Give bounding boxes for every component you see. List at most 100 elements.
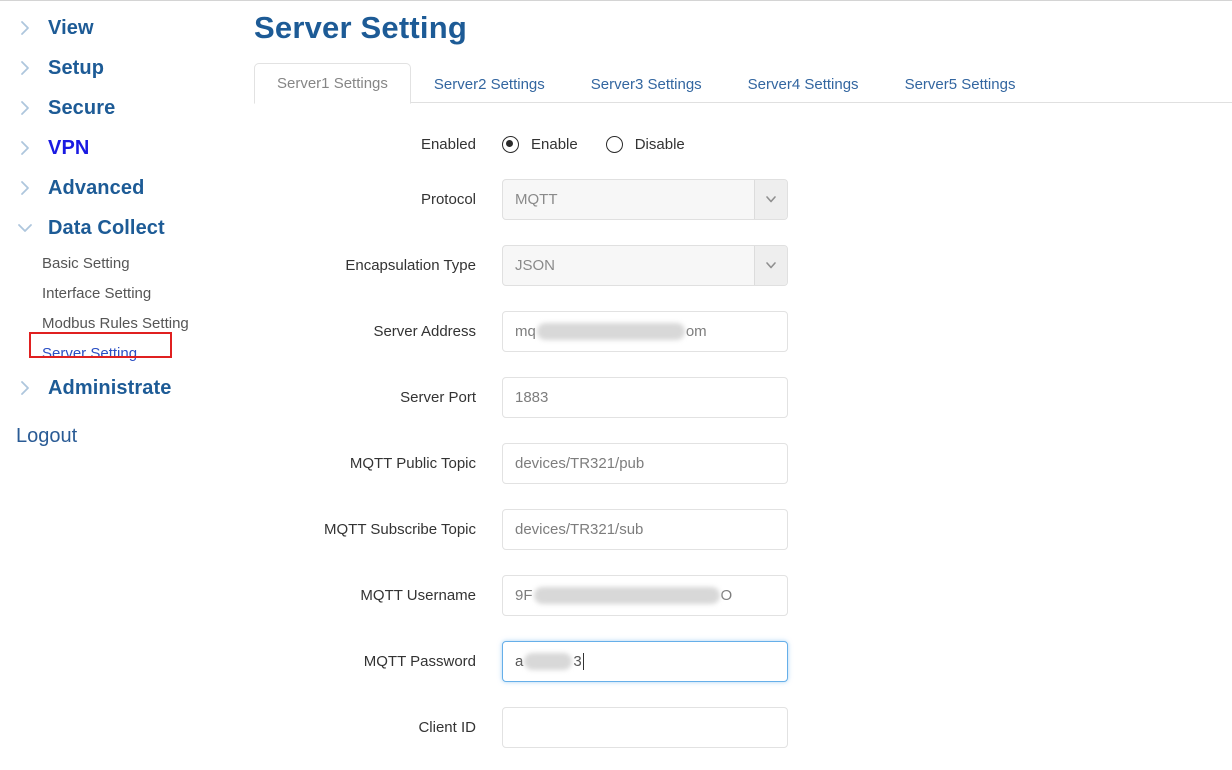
sidebar-group-data-collect[interactable]: Data Collect	[0, 208, 240, 248]
chevron-down-icon[interactable]	[754, 246, 787, 285]
mqtt-subscribe-topic-value: devices/TR321/sub	[515, 521, 643, 538]
mqtt-username-value-prefix: 9F	[515, 587, 533, 604]
page-title: Server Setting	[254, 10, 1232, 46]
radio-label-enable: Enable	[531, 136, 578, 153]
chevron-right-icon	[16, 379, 34, 397]
sidebar-item-modbus-rules-setting[interactable]: Modbus Rules Setting	[0, 308, 240, 338]
radio-dot-disable-icon	[606, 136, 623, 153]
mqtt-public-topic-control: devices/TR321/pub	[502, 443, 788, 484]
mqtt-subscribe-topic-input[interactable]: devices/TR321/sub	[502, 509, 788, 550]
sidebar-group-vpn[interactable]: VPN	[0, 128, 240, 168]
radio-disable[interactable]: Disable	[606, 136, 685, 153]
protocol-selected-value: MQTT	[503, 191, 754, 208]
encapsulation-type-select[interactable]: JSON	[502, 245, 788, 286]
tab-label: Server3 Settings	[591, 76, 702, 93]
chevron-right-icon	[16, 139, 34, 157]
text-cursor	[583, 653, 584, 670]
field-label-mqtt-public-topic: MQTT Public Topic	[240, 455, 502, 472]
server-address-value-prefix: mq	[515, 323, 536, 340]
client-id-input[interactable]	[502, 707, 788, 748]
sidebar-item-interface-setting[interactable]: Interface Setting	[0, 278, 240, 308]
mqtt-username-value-suffix: O	[721, 587, 733, 604]
tab-server3-settings[interactable]: Server3 Settings	[568, 65, 725, 103]
chevron-down-icon[interactable]	[754, 180, 787, 219]
tab-server5-settings[interactable]: Server5 Settings	[882, 65, 1039, 103]
sidebar: View Setup Secure VPN Advanced Data Coll…	[0, 0, 240, 770]
field-label-mqtt-subscribe-topic: MQTT Subscribe Topic	[240, 521, 502, 538]
encapsulation-type-selected-value: JSON	[503, 257, 754, 274]
chevron-right-icon	[16, 59, 34, 77]
logout-link[interactable]: Logout	[0, 420, 240, 452]
server-address-value-suffix: om	[686, 323, 707, 340]
sidebar-group-label: Data Collect	[48, 217, 165, 240]
protocol-control: MQTT	[502, 179, 788, 220]
encapsulation-type-control: JSON	[502, 245, 788, 286]
mqtt-password-control: a3	[502, 641, 788, 682]
server-address-control: mq om	[502, 311, 788, 352]
mqtt-password-value-prefix: a	[515, 653, 523, 670]
field-label-server-address: Server Address	[240, 323, 502, 340]
mqtt-username-control: 9F O	[502, 575, 788, 616]
field-label-enabled: Enabled	[240, 136, 502, 153]
protocol-select[interactable]: MQTT	[502, 179, 788, 220]
field-row-mqtt-username: MQTT Username 9F O	[240, 574, 1232, 616]
chevron-right-icon	[16, 19, 34, 37]
tab-label: Server5 Settings	[905, 76, 1016, 93]
sidebar-item-server-setting[interactable]: Server Setting	[0, 338, 240, 368]
sidebar-item-label: Server Setting	[42, 345, 137, 362]
radio-label-disable: Disable	[635, 136, 685, 153]
mqtt-password-input[interactable]: a3	[502, 641, 788, 682]
tab-label: Server2 Settings	[434, 76, 545, 93]
field-row-enabled: Enabled Enable Disable	[240, 129, 1232, 159]
mqtt-password-value-suffix: 3	[573, 653, 581, 670]
sidebar-group-label: Setup	[48, 57, 104, 80]
enabled-radio-group: Enable Disable	[502, 136, 685, 153]
logout-label: Logout	[16, 425, 77, 448]
server-port-input[interactable]: 1883	[502, 377, 788, 418]
server-port-value: 1883	[515, 389, 548, 406]
field-row-client-id: Client ID	[240, 706, 1232, 748]
sidebar-group-administrate[interactable]: Administrate	[0, 368, 240, 408]
radio-dot-enable-icon	[502, 136, 519, 153]
main-content: Server Setting Server1 Settings Server2 …	[240, 0, 1232, 770]
field-label-mqtt-username: MQTT Username	[240, 587, 502, 604]
mqtt-username-input[interactable]: 9F O	[502, 575, 788, 616]
field-row-server-address: Server Address mq om	[240, 310, 1232, 352]
redacted-region	[524, 653, 572, 670]
server-address-input[interactable]: mq om	[502, 311, 788, 352]
radio-enable[interactable]: Enable	[502, 136, 578, 153]
field-label-encapsulation-type: Encapsulation Type	[240, 257, 502, 274]
field-label-server-port: Server Port	[240, 389, 502, 406]
tab-bar: Server1 Settings Server2 Settings Server…	[240, 63, 1232, 103]
field-row-mqtt-subscribe-topic: MQTT Subscribe Topic devices/TR321/sub	[240, 508, 1232, 550]
sidebar-item-basic-setting[interactable]: Basic Setting	[0, 248, 240, 278]
field-label-client-id: Client ID	[240, 719, 502, 736]
field-row-protocol: Protocol MQTT	[240, 178, 1232, 220]
sidebar-item-label: Basic Setting	[42, 255, 130, 272]
sidebar-group-label: Secure	[48, 97, 115, 120]
field-row-mqtt-public-topic: MQTT Public Topic devices/TR321/pub	[240, 442, 1232, 484]
sidebar-group-view[interactable]: View	[0, 8, 240, 48]
tab-server4-settings[interactable]: Server4 Settings	[725, 65, 882, 103]
tab-label: Server1 Settings	[277, 75, 388, 92]
sidebar-group-setup[interactable]: Setup	[0, 48, 240, 88]
chevron-right-icon	[16, 179, 34, 197]
tab-server2-settings[interactable]: Server2 Settings	[411, 65, 568, 103]
field-row-mqtt-password: MQTT Password a3	[240, 640, 1232, 682]
field-label-mqtt-password: MQTT Password	[240, 653, 502, 670]
data-collect-submenu: Basic Setting Interface Setting Modbus R…	[0, 248, 240, 368]
mqtt-subscribe-topic-control: devices/TR321/sub	[502, 509, 788, 550]
tab-server1-settings[interactable]: Server1 Settings	[254, 63, 411, 104]
sidebar-group-secure[interactable]: Secure	[0, 88, 240, 128]
mqtt-public-topic-input[interactable]: devices/TR321/pub	[502, 443, 788, 484]
sidebar-group-advanced[interactable]: Advanced	[0, 168, 240, 208]
field-label-protocol: Protocol	[240, 191, 502, 208]
tab-label: Server4 Settings	[748, 76, 859, 93]
sidebar-item-label: Modbus Rules Setting	[42, 315, 189, 332]
field-row-server-port: Server Port 1883	[240, 376, 1232, 418]
server-port-control: 1883	[502, 377, 788, 418]
sidebar-group-label: VPN	[48, 137, 89, 160]
sidebar-item-label: Interface Setting	[42, 285, 151, 302]
chevron-right-icon	[16, 99, 34, 117]
sidebar-group-label: Administrate	[48, 377, 171, 400]
